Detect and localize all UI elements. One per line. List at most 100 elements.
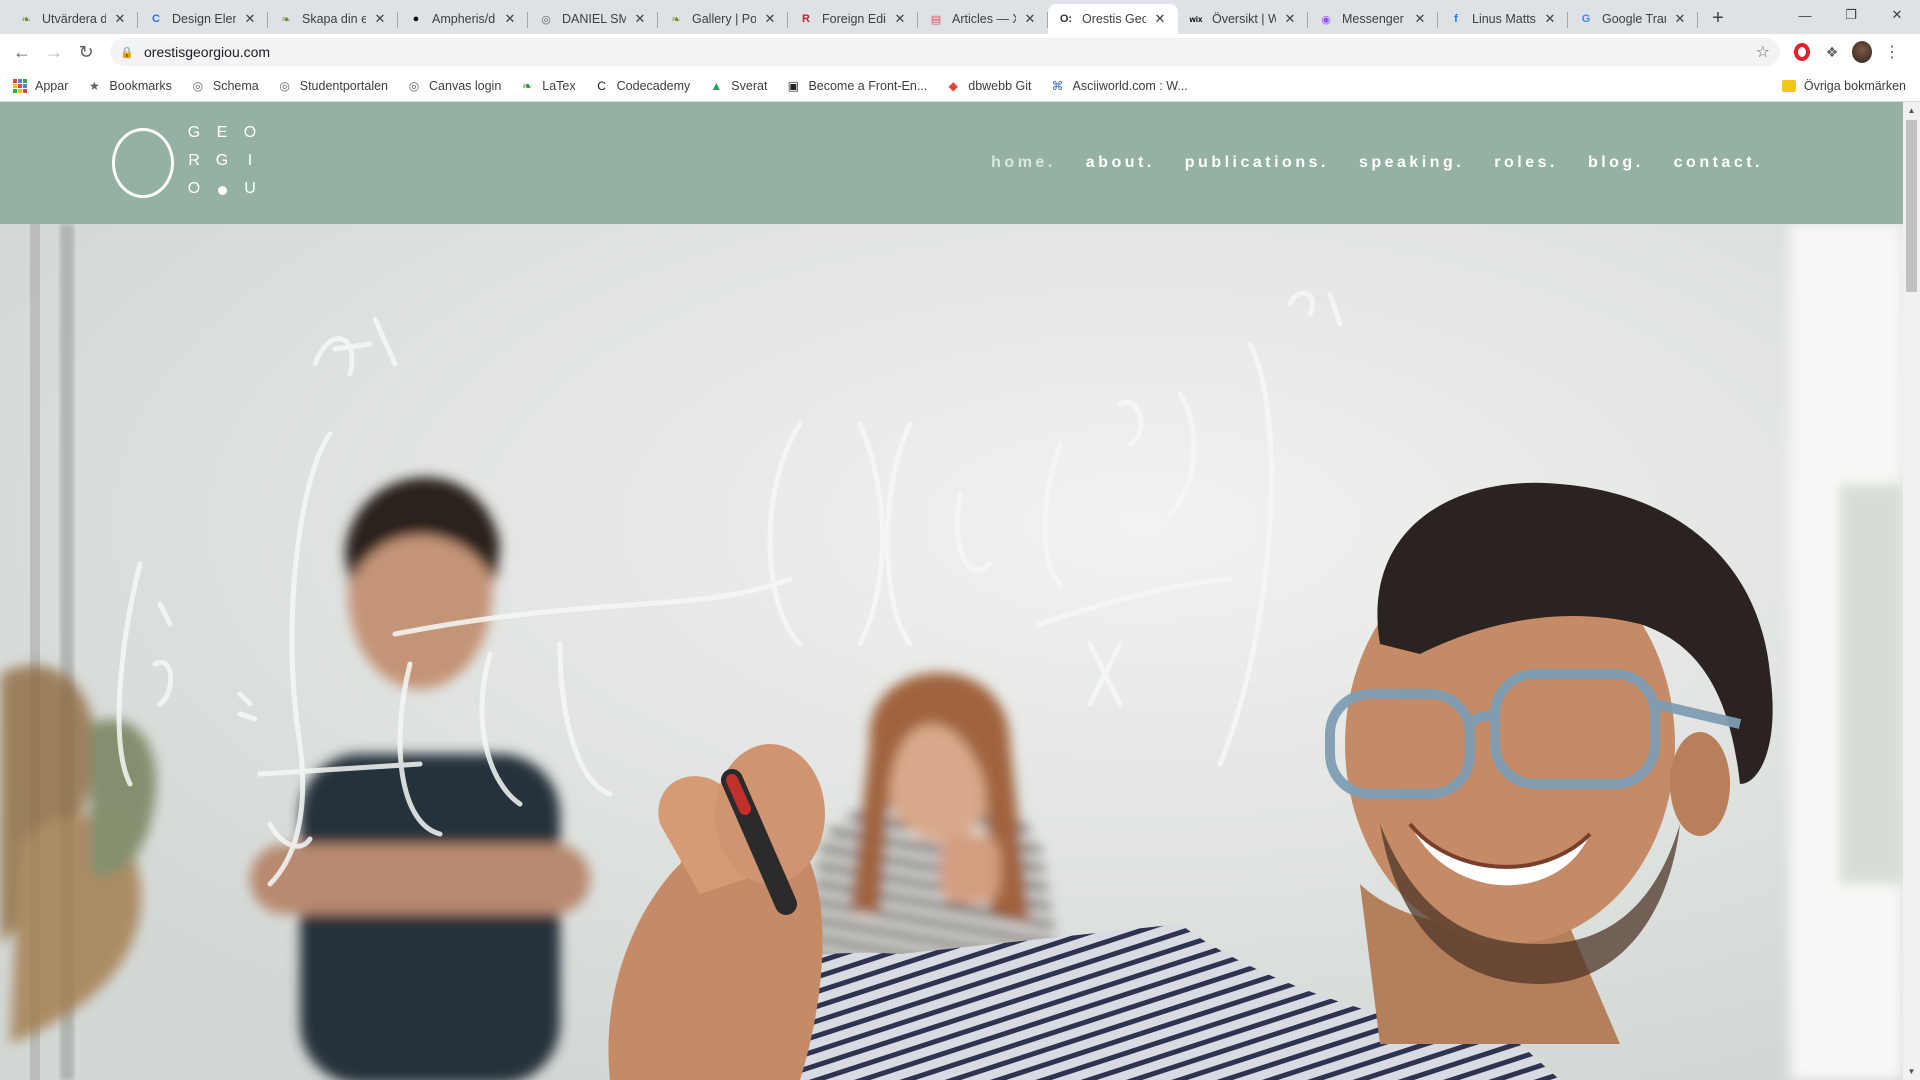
- site-logo[interactable]: G E O R G I O U: [112, 124, 272, 204]
- bookmark-item[interactable]: ◆ dbwebb Git: [945, 78, 1032, 94]
- url-text[interactable]: orestisgeorgiou.com: [144, 44, 1756, 60]
- tab-close-icon[interactable]: ✕: [632, 11, 648, 27]
- browser-tab[interactable]: G Google Tran ✕: [1568, 4, 1698, 34]
- tab-title: Google Tran: [1602, 12, 1666, 26]
- bookmark-item[interactable]: ❧ LaTex: [519, 78, 575, 94]
- tab-title: Utvärdera din: [42, 12, 106, 26]
- gitlab-icon: ◆: [948, 78, 958, 93]
- bookmark-item[interactable]: C Codecademy: [594, 78, 691, 94]
- tab-close-icon[interactable]: ✕: [502, 11, 518, 27]
- tab-title: Ampheris/d: [432, 12, 496, 26]
- bookmark-item[interactable]: ◎ Schema: [190, 78, 259, 94]
- tab-close-icon[interactable]: ✕: [112, 11, 128, 27]
- terminal-icon: ▣: [787, 78, 800, 93]
- nav-link-blog[interactable]: blog.: [1588, 154, 1644, 172]
- R-favicon-icon: R: [802, 13, 810, 25]
- browser-tab[interactable]: ❧ Gallery | Por ✕: [658, 4, 788, 34]
- logo-letter: O: [243, 124, 257, 141]
- bookmark-item[interactable]: ◎ Canvas login: [406, 78, 502, 94]
- bookmark-label: Codecademy: [616, 78, 691, 93]
- tab-title: Articles — X: [952, 12, 1016, 26]
- bookmark-item[interactable]: ▲ Sverat: [708, 78, 767, 94]
- close-window-icon[interactable]: ✕: [1874, 0, 1920, 30]
- bookmark-label: Asciiworld.com : W...: [1072, 78, 1188, 93]
- chrome-menu-icon[interactable]: ⋮: [1882, 42, 1902, 62]
- browser-tab[interactable]: O: Orestis Geo ✕: [1048, 4, 1178, 34]
- browser-tab[interactable]: wix Översikt | W ✕: [1178, 4, 1308, 34]
- bookmark-star-icon[interactable]: ☆: [1756, 42, 1770, 62]
- nav-link-roles[interactable]: roles.: [1494, 154, 1558, 172]
- reload-icon[interactable]: ↻: [72, 38, 100, 66]
- browser-tab[interactable]: ❧ Skapa din e ✕: [268, 4, 398, 34]
- other-bookmarks-folder[interactable]: Övriga bokmärken: [1781, 78, 1906, 94]
- bookmark-label: Studentportalen: [299, 78, 389, 93]
- browser-tab[interactable]: ◉ Messenger ✕: [1308, 4, 1438, 34]
- tab-close-icon[interactable]: ✕: [1542, 11, 1558, 27]
- bookmark-label: Sverat: [731, 78, 768, 93]
- nav-link-about[interactable]: about.: [1086, 154, 1155, 172]
- browser-tab[interactable]: ◎ DANIEL SMI ✕: [528, 4, 658, 34]
- page-scrollbar[interactable]: ▲ ▼: [1903, 102, 1920, 1080]
- minimize-icon[interactable]: —: [1782, 0, 1828, 30]
- tab-close-icon[interactable]: ✕: [242, 11, 258, 27]
- scroll-thumb[interactable]: [1906, 120, 1917, 292]
- other-bookmarks-label: Övriga bokmärken: [1803, 78, 1906, 93]
- translate-favicon-icon: G: [1581, 13, 1591, 25]
- browser-tab[interactable]: R Foreign Edit ✕: [788, 4, 918, 34]
- nav-link-home[interactable]: home.: [991, 154, 1056, 172]
- browser-tab[interactable]: f Linus Matts ✕: [1438, 4, 1568, 34]
- globe-icon: ◎: [408, 78, 420, 93]
- bookmark-label: Schema: [212, 78, 259, 93]
- forward-icon[interactable]: →: [40, 38, 68, 66]
- new-tab-button[interactable]: +: [1704, 4, 1732, 32]
- tab-close-icon[interactable]: ✕: [1152, 11, 1168, 27]
- tab-close-icon[interactable]: ✕: [1282, 11, 1298, 27]
- browser-tab[interactable]: C Design Elem ✕: [138, 4, 268, 34]
- tab-close-icon[interactable]: ✕: [762, 11, 778, 27]
- bookmark-label: LaTex: [542, 78, 576, 93]
- extensions-puzzle-icon[interactable]: ❖: [1822, 42, 1842, 62]
- drive-icon: ▲: [710, 78, 723, 93]
- scroll-up-icon[interactable]: ▲: [1903, 102, 1920, 119]
- logo-big-o: [112, 128, 174, 198]
- bookmark-label: dbwebb Git: [968, 78, 1032, 93]
- bookmark-label: Become a Front-En...: [808, 78, 928, 93]
- address-bar[interactable]: 🔒 orestisgeorgiou.com ☆: [110, 38, 1780, 66]
- scroll-down-icon[interactable]: ▼: [1903, 1063, 1920, 1080]
- hero-image: [0, 224, 1903, 1080]
- bookmark-item[interactable]: ⌘ Asciiworld.com : W...: [1049, 78, 1187, 94]
- nav-link-publications[interactable]: publications.: [1185, 154, 1329, 172]
- tab-close-icon[interactable]: ✕: [1672, 11, 1688, 27]
- github-favicon-icon: ●: [412, 13, 420, 25]
- facebook-favicon-icon: f: [1454, 13, 1458, 25]
- browser-tab[interactable]: ● Ampheris/d ✕: [398, 4, 528, 34]
- browser-tab[interactable]: ❧ Utvärdera din ✕: [8, 4, 138, 34]
- c-circle-favicon-icon: C: [152, 13, 160, 25]
- bookmark-item[interactable]: ◎ Studentportalen: [277, 78, 389, 94]
- bookmark-item[interactable]: Appar: [12, 78, 68, 94]
- tab-close-icon[interactable]: ✕: [892, 11, 908, 27]
- tab-title: Orestis Geo: [1082, 12, 1146, 26]
- back-icon[interactable]: ←: [8, 38, 36, 66]
- leaf-icon: ❧: [522, 78, 533, 93]
- opera-icon[interactable]: [1792, 42, 1812, 62]
- lock-icon[interactable]: 🔒: [120, 46, 134, 59]
- tab-close-icon[interactable]: ✕: [1022, 11, 1038, 27]
- nav-link-contact[interactable]: contact.: [1674, 154, 1763, 172]
- apps-grid-icon: [12, 78, 28, 94]
- tab-close-icon[interactable]: ✕: [372, 11, 388, 27]
- site-header: G E O R G I O U home. about. publications.…: [0, 102, 1903, 224]
- tab-close-icon[interactable]: ✕: [1412, 11, 1428, 27]
- nav-link-speaking[interactable]: speaking.: [1359, 154, 1464, 172]
- logo-dot: [218, 186, 227, 195]
- logo-letter: E: [216, 124, 228, 141]
- profile-avatar[interactable]: [1852, 41, 1872, 63]
- news-favicon-icon: ▤: [930, 13, 942, 26]
- tab-title: Foreign Edit: [822, 12, 886, 26]
- restore-icon[interactable]: ❐: [1828, 0, 1874, 30]
- browser-tab[interactable]: ▤ Articles — X ✕: [918, 4, 1048, 34]
- bookmark-label: Bookmarks: [109, 78, 172, 93]
- bookmark-item[interactable]: ★ Bookmarks: [86, 78, 172, 94]
- bookmark-item[interactable]: ▣ Become a Front-En...: [785, 78, 927, 94]
- tab-title: Skapa din e: [302, 12, 366, 26]
